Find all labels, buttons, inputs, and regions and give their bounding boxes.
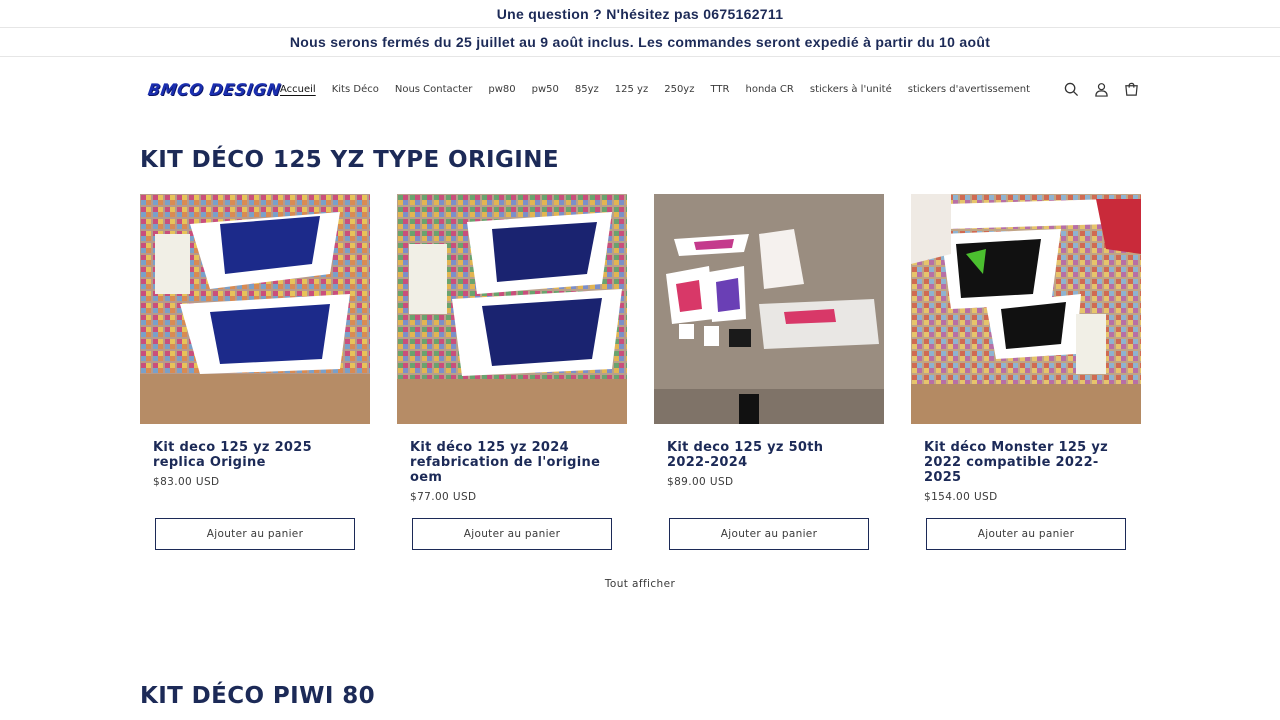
add-to-cart-button[interactable]: Ajouter au panier — [155, 518, 355, 550]
product-card[interactable]: Kit deco 125 yz 2025 replica Origine $83… — [140, 194, 370, 550]
nav-pw80[interactable]: pw80 — [488, 84, 515, 95]
cart-icon[interactable] — [1122, 80, 1140, 98]
product-price: $154.00 USD — [924, 491, 998, 503]
section-title-125yz: KIT DÉCO 125 YZ TYPE ORIGINE — [140, 147, 560, 173]
site-logo[interactable]: BMCO DESIGN — [147, 80, 282, 99]
nav-250yz[interactable]: 250yz — [664, 84, 694, 95]
nav-accueil[interactable]: Accueil — [280, 84, 316, 95]
product-info: Kit deco 125 yz 50th 2022-2024 $89.00 US… — [654, 424, 884, 518]
product-title[interactable]: Kit déco 125 yz 2024 refabrication de l'… — [410, 440, 614, 485]
product-price: $77.00 USD — [410, 491, 477, 503]
nav-ttr[interactable]: TTR — [710, 84, 729, 95]
product-image[interactable] — [397, 194, 627, 424]
product-card[interactable]: Kit déco Monster 125 yz 2022 compatible … — [911, 194, 1141, 550]
product-grid: Kit deco 125 yz 2025 replica Origine $83… — [140, 194, 1141, 550]
product-card[interactable]: Kit deco 125 yz 50th 2022-2024 $89.00 US… — [654, 194, 884, 550]
nav-stickers-avertissement[interactable]: stickers d'avertissement — [908, 84, 1030, 95]
announcement-bar-closure: Nous serons fermés du 25 juillet au 9 ao… — [0, 28, 1280, 57]
product-info: Kit déco Monster 125 yz 2022 compatible … — [911, 424, 1141, 518]
product-info: Kit déco 125 yz 2024 refabrication de l'… — [397, 424, 627, 518]
add-to-cart-button[interactable]: Ajouter au panier — [669, 518, 869, 550]
view-all-link[interactable]: Tout afficher — [0, 578, 1280, 590]
nav-contact[interactable]: Nous Contacter — [395, 84, 473, 95]
add-to-cart-button[interactable]: Ajouter au panier — [412, 518, 612, 550]
product-price: $89.00 USD — [667, 476, 734, 488]
nav-125yz[interactable]: 125 yz — [615, 84, 648, 95]
search-icon[interactable] — [1062, 80, 1080, 98]
account-icon[interactable] — [1092, 80, 1110, 98]
nav-pw50[interactable]: pw50 — [532, 84, 559, 95]
section-title-piwi80: KIT DÉCO PIWI 80 — [140, 683, 376, 709]
announcement-text: Nous serons fermés du 25 juillet au 9 ao… — [289, 34, 991, 50]
nav-kits-deco[interactable]: Kits Déco — [332, 84, 379, 95]
main-nav: Accueil Kits Déco Nous Contacter pw80 pw… — [280, 84, 1046, 95]
announcement-bar-contact: Une question ? N'hésitez pas 0675162711 — [0, 0, 1280, 28]
product-title[interactable]: Kit deco 125 yz 2025 replica Origine — [153, 440, 357, 470]
header-icons — [1062, 57, 1140, 121]
product-image[interactable] — [140, 194, 370, 424]
nav-85yz[interactable]: 85yz — [575, 84, 599, 95]
site-header: BMCO DESIGN Accueil Kits Déco Nous Conta… — [0, 57, 1280, 121]
product-title[interactable]: Kit deco 125 yz 50th 2022-2024 — [667, 440, 871, 470]
product-price: $83.00 USD — [153, 476, 220, 488]
add-to-cart-button[interactable]: Ajouter au panier — [926, 518, 1126, 550]
product-image[interactable] — [654, 194, 884, 424]
product-title[interactable]: Kit déco Monster 125 yz 2022 compatible … — [924, 440, 1128, 485]
product-image[interactable] — [911, 194, 1141, 424]
nav-stickers-unite[interactable]: stickers à l'unité — [810, 84, 892, 95]
product-info: Kit deco 125 yz 2025 replica Origine $83… — [140, 424, 370, 518]
product-card[interactable]: Kit déco 125 yz 2024 refabrication de l'… — [397, 194, 627, 550]
nav-honda-cr[interactable]: honda CR — [745, 84, 793, 95]
announcement-text: Une question ? N'hésitez pas 0675162711 — [496, 5, 784, 22]
